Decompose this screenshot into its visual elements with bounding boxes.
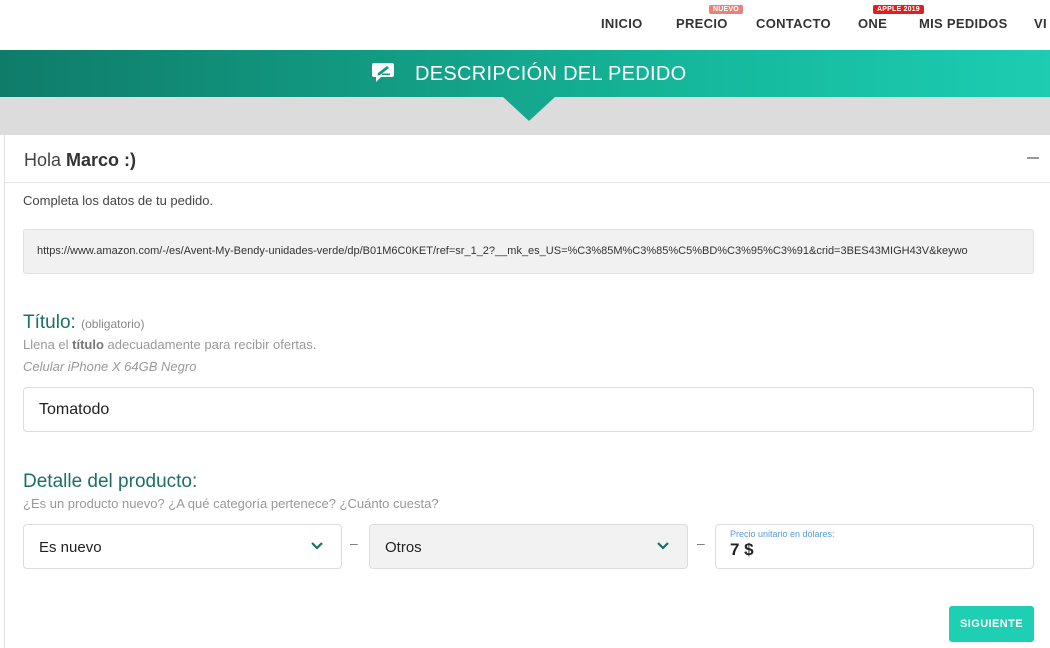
separator: – — [350, 535, 358, 551]
chevron-down-icon — [311, 542, 323, 550]
condition-select[interactable]: Es nuevo — [23, 524, 342, 569]
title-input-value: Tomatodo — [39, 401, 110, 418]
nav-item-precio[interactable]: PRECIO — [676, 16, 728, 31]
category-select-value: Otros — [385, 539, 422, 556]
product-url-field[interactable]: https://www.amazon.com/-/es/Avent-My-Ben… — [23, 229, 1034, 274]
title-helper-pre: Llena el — [23, 337, 73, 352]
price-label: Precio unitario en dólares: — [730, 529, 835, 539]
edit-note-icon — [372, 63, 394, 82]
card-header: Hola Marco :) — [5, 135, 1050, 183]
greeting: Hola Marco :) — [24, 150, 136, 171]
title-helper-bold: título — [72, 337, 104, 352]
user-name: Marco :) — [66, 150, 137, 170]
required-label: (obligatorio) — [81, 317, 145, 331]
nav-item-viajes[interactable]: VI — [1034, 16, 1047, 31]
nav-badge-nuevo: NUEVO — [709, 5, 743, 14]
price-value: 7 $ — [730, 540, 754, 559]
price-input[interactable]: Precio unitario en dólares: 7 $ — [715, 524, 1034, 569]
title-input[interactable]: Tomatodo — [23, 387, 1034, 432]
order-card: Hola Marco :) Completa los datos de tu p… — [4, 135, 1050, 648]
title-helper-post: adecuadamente para recibir ofertas. — [103, 337, 317, 352]
chevron-down-icon — [657, 542, 669, 550]
title-example: Celular iPhone X 64GB Negro — [23, 359, 197, 374]
separator: – — [697, 535, 705, 551]
category-select[interactable]: Otros — [369, 524, 688, 569]
nav-badge-apple: APPLE 2019 — [873, 5, 924, 14]
intro-text: Completa los datos de tu pedido. — [23, 193, 214, 208]
title-helper: Llena el título adecuadamente para recib… — [23, 337, 316, 352]
collapse-icon[interactable] — [1027, 157, 1039, 159]
detail-heading: Detalle del producto: — [23, 471, 198, 492]
title-heading-text: Título: — [23, 312, 76, 333]
page-banner: DESCRIPCIÓN DEL PEDIDO — [0, 50, 1050, 97]
nav-item-mis-pedidos[interactable]: MIS PEDIDOS — [919, 16, 1008, 31]
condition-select-value: Es nuevo — [39, 539, 102, 556]
greeting-prefix: Hola — [24, 150, 67, 170]
nav-item-inicio[interactable]: INICIO — [601, 16, 643, 31]
top-navigation: INICIO PRECIO NUEVO CONTACTO ONE APPLE 2… — [0, 0, 1050, 50]
next-button[interactable]: SIGUIENTE — [949, 606, 1034, 642]
nav-item-contacto[interactable]: CONTACTO — [756, 16, 831, 31]
detail-helper: ¿Es un producto nuevo? ¿A qué categoría … — [23, 496, 439, 511]
nav-item-one[interactable]: ONE — [858, 16, 887, 31]
page-title: DESCRIPCIÓN DEL PEDIDO — [415, 63, 687, 85]
banner-pointer — [503, 97, 555, 121]
title-heading: Título: (obligatorio) — [23, 312, 144, 334]
product-url-text: https://www.amazon.com/-/es/Avent-My-Ben… — [37, 245, 968, 257]
